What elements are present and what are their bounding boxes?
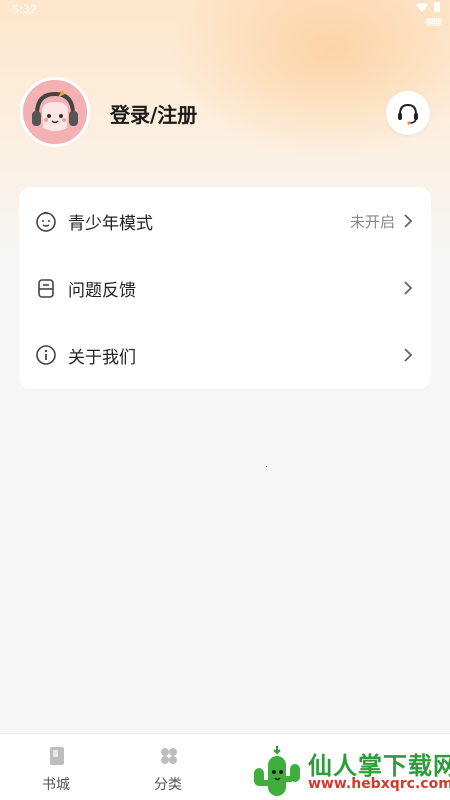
book-icon	[50, 747, 64, 765]
info-icon	[36, 345, 56, 365]
teen-mode-status: 未开启	[349, 213, 395, 231]
tab-category[interactable]: 分类	[112, 734, 224, 800]
menu-item-feedback[interactable]: 问题反馈	[19, 254, 431, 321]
profile-section: 登录/注册	[20, 77, 430, 147]
avatar[interactable]	[20, 77, 90, 147]
tab-label: 分类	[154, 777, 182, 793]
status-icons	[416, 2, 440, 12]
menu-item-teen-mode[interactable]: 青少年模式 未开启	[19, 187, 431, 254]
watermark-url: www.hebxqrc.com	[308, 776, 450, 792]
menu-item-about-us[interactable]: 关于我们	[19, 321, 431, 388]
status-time: 5:32	[12, 3, 37, 16]
chevron-right-icon	[404, 281, 413, 295]
category-icon	[161, 748, 177, 764]
chevron-right-icon	[404, 348, 413, 362]
child-face-icon	[36, 211, 56, 232]
cactus-logo-icon	[254, 746, 300, 796]
tab-bookstore[interactable]: 书城	[0, 734, 112, 800]
headphone-character-icon	[23, 80, 87, 144]
settings-menu-card: 青少年模式 未开启 问题反馈 关于我们	[19, 187, 431, 389]
feedback-icon	[38, 279, 54, 298]
chevron-right-icon	[404, 214, 413, 228]
wifi-icon	[416, 2, 428, 12]
status-badge: 8db	[424, 18, 442, 26]
battery-icon	[434, 2, 440, 12]
menu-item-label: 问题反馈	[68, 281, 136, 301]
watermark: 仙人掌下载网 www.hebxqrc.com	[248, 742, 450, 800]
tab-label: 书城	[42, 777, 70, 793]
headset-icon	[398, 103, 418, 125]
menu-item-label: 关于我们	[68, 348, 136, 368]
login-register-link[interactable]: 登录/注册	[110, 99, 197, 128]
status-bar: 5:32 8db	[0, 0, 450, 26]
customer-support-button[interactable]	[386, 91, 430, 135]
menu-item-label: 青少年模式	[68, 214, 153, 234]
stray-dot	[266, 466, 267, 467]
